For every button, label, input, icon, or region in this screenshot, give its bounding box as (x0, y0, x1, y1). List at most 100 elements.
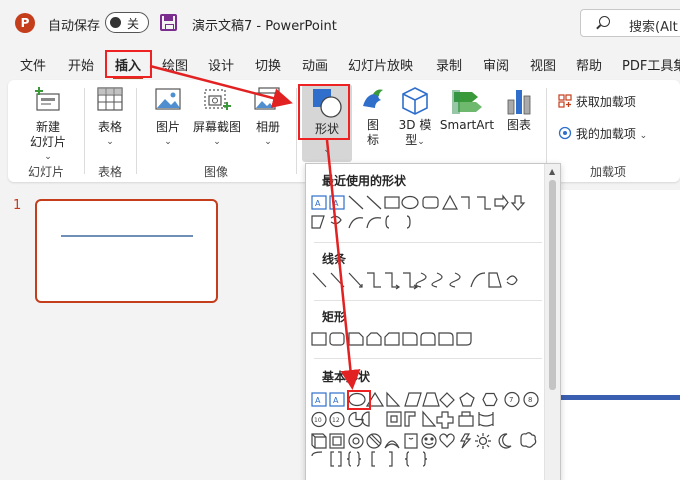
tab-review[interactable]: 审阅 (483, 55, 509, 74)
group-label-images: 图像 (204, 165, 229, 179)
scroll-up-icon[interactable]: ▲ (549, 167, 555, 176)
slide-thumbnail[interactable] (35, 199, 218, 303)
scroll-thumb[interactable] (549, 180, 556, 390)
tab-transitions[interactable]: 切换 (255, 55, 281, 74)
chevron-down-icon: ⌄ (213, 137, 221, 147)
icons-button[interactable]: 图 标 (358, 86, 388, 158)
slide-line-shape[interactable] (549, 395, 680, 400)
slide-canvas[interactable] (548, 190, 680, 480)
picture-label: 图片 (155, 120, 180, 134)
bar-chart-icon (507, 90, 531, 115)
photo-album-icon (254, 87, 280, 110)
get-addins-label: 获取加载项 (575, 95, 636, 109)
tab-home[interactable]: 开始 (68, 55, 94, 74)
section-divider (314, 300, 542, 301)
svg-text:A: A (315, 396, 321, 405)
group-label-addins: 加载项 (590, 165, 627, 179)
group-label-slides: 幻灯片 (28, 165, 65, 179)
lines-gallery[interactable] (309, 270, 545, 292)
tab-view[interactable]: 视图 (530, 55, 556, 74)
autosave-toggle[interactable]: 关 (105, 12, 149, 33)
icons-label-2: 标 (366, 133, 379, 147)
section-title-lines: 线条 (322, 252, 347, 266)
recent-shapes-gallery[interactable]: A A (309, 194, 545, 234)
shapes-dropdown: 最近使用的形状 A A 线条 矩形 基本形状 A A 7 8 10 12 ▲ (305, 163, 561, 480)
tab-file[interactable]: 文件 (20, 55, 46, 74)
section-divider (314, 358, 542, 359)
rectangles-gallery[interactable] (309, 330, 545, 350)
new-slide-label-2: 幻灯片 (29, 135, 66, 149)
basic-shapes-gallery[interactable]: A A 7 8 10 12 (309, 390, 545, 470)
group-separator (136, 88, 137, 174)
3d-model-label-1: 3D 模 (398, 118, 432, 132)
autosave-label: 自动保存 (48, 19, 101, 34)
tab-record[interactable]: 录制 (436, 55, 462, 74)
tab-draw[interactable]: 绘图 (162, 55, 188, 74)
thumbnail-line-shape (61, 235, 193, 237)
my-addins-label: 我的加载项 (575, 127, 636, 141)
screenshot-label: 屏幕截图 (192, 120, 241, 134)
search-box[interactable]: 搜索(Alt (580, 9, 680, 37)
group-label-tables: 表格 (98, 165, 123, 179)
ribbon-tabs: 文件 开始 插入 绘图 设计 切换 动画 幻灯片放映 录制 审阅 视图 帮助 P… (0, 50, 680, 79)
tab-help[interactable]: 帮助 (576, 55, 602, 74)
3d-model-label-2: 型⌄ (405, 133, 425, 147)
new-slide-button[interactable]: 新建 幻灯片 ⌄ (26, 86, 70, 162)
svg-text:10: 10 (314, 417, 322, 424)
smartart-label: SmartArt (439, 118, 495, 132)
svg-text:A: A (333, 396, 339, 405)
dropdown-scrollbar[interactable]: ▲ (544, 164, 560, 480)
chevron-down-icon: ⌄ (323, 145, 331, 155)
chart-label: 图表 (506, 118, 531, 132)
group-separator (296, 88, 297, 174)
3d-model-button[interactable]: 3D 模 型⌄ (394, 86, 436, 158)
smartart-button[interactable]: SmartArt (436, 86, 498, 146)
group-separator (84, 88, 85, 174)
screenshot-button[interactable]: 屏幕截图 ⌄ (192, 86, 242, 158)
chevron-down-icon: ⌄ (106, 137, 114, 147)
picture-icon (155, 88, 181, 110)
my-addins-button[interactable]: 我的加载项 ⌄ (558, 126, 670, 144)
smartart-icon (452, 90, 482, 114)
chart-button[interactable]: 图表 (502, 86, 536, 146)
get-addins-button[interactable]: 获取加载项 (558, 94, 668, 112)
save-icon[interactable] (160, 14, 177, 31)
highlight-shapes-button (298, 84, 350, 140)
autosave-state: 关 (127, 17, 140, 31)
album-label: 相册 (255, 120, 280, 134)
svg-text:7: 7 (509, 396, 513, 404)
group-separator (546, 88, 547, 174)
search-placeholder: 搜索(Alt (629, 20, 678, 35)
table-icon (97, 87, 123, 111)
add-in-grid-icon (558, 94, 572, 108)
highlight-ellipse-shape (347, 390, 371, 410)
tab-slideshow[interactable]: 幻灯片放映 (348, 55, 413, 74)
document-title: 演示文稿7 - PowerPoint (192, 19, 337, 34)
new-slide-label-1: 新建 (35, 120, 60, 134)
new-slide-icon (35, 87, 60, 111)
table-button[interactable]: 表格 ⌄ (92, 86, 128, 158)
powerpoint-logo-icon: P (15, 13, 35, 33)
icons-label-1: 图 (366, 118, 379, 132)
my-addins-icon (558, 126, 572, 140)
svg-text:A: A (333, 199, 339, 208)
svg-text:8: 8 (528, 396, 532, 404)
album-button[interactable]: 相册 ⌄ (248, 86, 288, 158)
svg-text:A: A (315, 199, 321, 208)
cube-icon (402, 87, 428, 115)
section-title-basic-shapes: 基本形状 (322, 370, 371, 384)
chevron-down-icon: ⌄ (639, 131, 648, 141)
toggle-knob (110, 17, 121, 28)
screenshot-icon (204, 89, 231, 110)
title-bar: P 自动保存 关 演示文稿7 - PowerPoint 搜索(Alt (0, 0, 680, 46)
bird-icon (363, 89, 383, 108)
tab-design[interactable]: 设计 (208, 55, 234, 74)
section-title-recent: 最近使用的形状 (322, 174, 407, 188)
tab-pdf-tools[interactable]: PDF工具集 (622, 55, 680, 74)
tab-animations[interactable]: 动画 (302, 55, 328, 74)
chevron-down-icon: ⌄ (264, 137, 272, 147)
slide-thumbnail-number: 1 (13, 198, 22, 213)
section-title-rectangles: 矩形 (322, 310, 347, 324)
section-divider (314, 242, 542, 243)
picture-button[interactable]: 图片 ⌄ (150, 86, 186, 158)
